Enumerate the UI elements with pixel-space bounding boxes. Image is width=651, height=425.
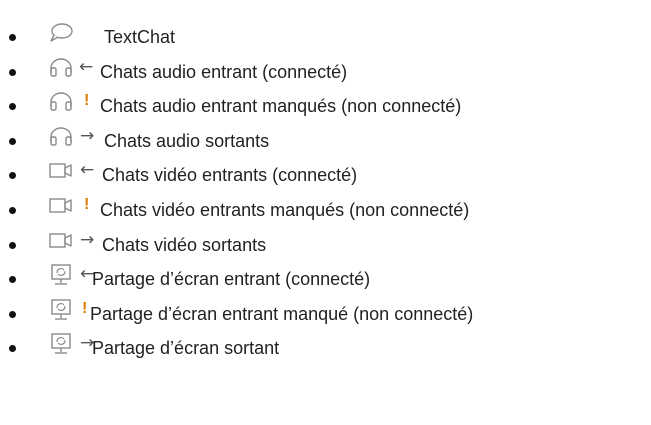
list-item-screen-missed: ! Partage d’écran entrant manqué (non co… — [0, 297, 651, 332]
item-label: Partage d’écran entrant (connecté) — [92, 269, 371, 290]
video-camera-icon — [48, 195, 74, 217]
bullet-icon — [9, 241, 16, 249]
chat-type-legend-list: TextChat ← Chats audio entrant (connecté… — [0, 20, 651, 366]
arrow-left-icon: ← — [79, 56, 94, 77]
bullet-icon — [9, 345, 16, 353]
list-item-audio-missed: ! Chats audio entrant manqués (non conne… — [0, 89, 651, 124]
headphones-icon — [48, 57, 74, 79]
item-label: Chats audio sortants — [104, 130, 270, 151]
bullet-icon — [9, 68, 16, 76]
screen-share-icon — [48, 333, 74, 355]
list-item-screen-outgoing: → Partage d’écran sortant — [0, 331, 651, 366]
item-label: Partage d’écran sortant — [92, 338, 280, 359]
headphones-icon — [48, 91, 74, 113]
bullet-icon — [9, 276, 16, 284]
exclamation-icon: ! — [84, 195, 90, 213]
list-item-textchat: TextChat — [0, 20, 651, 55]
list-item-screen-incoming: ← Partage d’écran entrant (connecté) — [0, 262, 651, 297]
video-camera-icon — [48, 230, 74, 252]
item-label: Chats vidéo entrants (connecté) — [102, 165, 358, 186]
bullet-icon — [9, 310, 16, 318]
bullet-icon — [9, 103, 16, 111]
screen-share-icon — [48, 299, 74, 321]
exclamation-icon: ! — [84, 92, 90, 110]
chat-bubble-icon — [48, 22, 74, 44]
arrow-right-icon: → — [80, 229, 95, 250]
video-camera-icon — [48, 160, 74, 182]
arrow-left-icon: ← — [80, 160, 95, 181]
list-item-audio-outgoing: → Chats audio sortants — [0, 124, 651, 159]
item-label: TextChat — [104, 27, 176, 47]
list-item-video-incoming: ← Chats vidéo entrants (connecté) — [0, 158, 651, 193]
item-label: Chats vidéo entrants manqués (non connec… — [100, 199, 470, 220]
item-label: Chats audio entrant manqués (non connect… — [100, 96, 462, 117]
bullet-icon — [9, 206, 16, 214]
bullet-icon — [9, 34, 16, 41]
item-label: Chats vidéo sortants — [102, 234, 267, 255]
arrow-right-icon: → — [80, 125, 95, 146]
screen-share-icon — [48, 264, 74, 286]
list-item-audio-incoming: ← Chats audio entrant (connecté) — [0, 55, 651, 90]
list-item-video-outgoing: → Chats vidéo sortants — [0, 228, 651, 263]
item-label: Partage d’écran entrant manqué (non conn… — [90, 303, 474, 324]
list-item-video-missed: ! Chats vidéo entrants manqués (non conn… — [0, 193, 651, 228]
bullet-icon — [9, 137, 16, 145]
exclamation-icon: ! — [82, 299, 88, 317]
headphones-icon — [48, 126, 74, 148]
item-label: Chats audio entrant (connecté) — [100, 61, 348, 82]
bullet-icon — [9, 172, 16, 180]
